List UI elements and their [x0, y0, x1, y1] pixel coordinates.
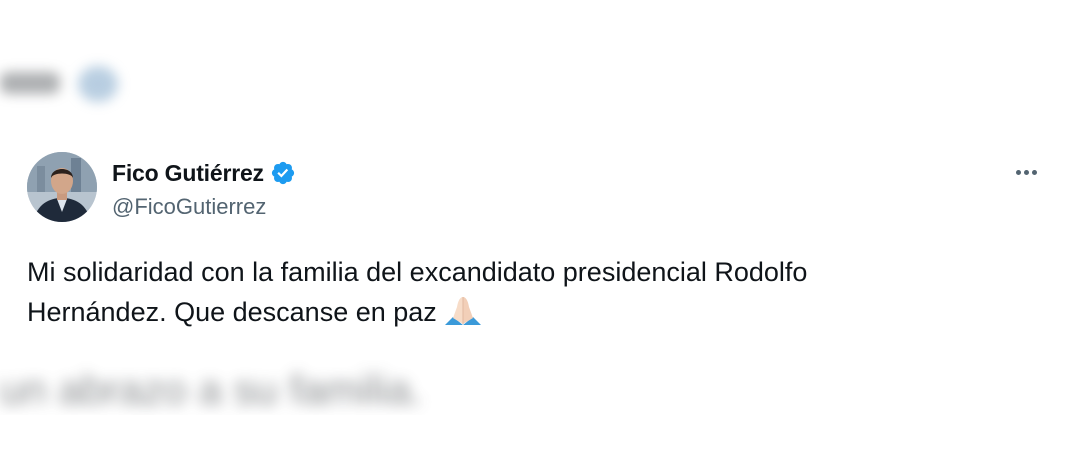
tweet-text-line-2: Hernández. Que descanse en paz [27, 292, 987, 336]
praying-hands-icon [443, 295, 483, 336]
blurred-text-fragment [0, 72, 60, 94]
author-row: Fico Gutiérrez [112, 158, 296, 188]
blurred-next-content: un abrazo a su familia. [0, 360, 630, 415]
display-name[interactable]: Fico Gutiérrez [112, 160, 264, 187]
tweet-text: Mi solidaridad con la familia del excand… [27, 252, 987, 336]
tweet-text-line-1: Mi solidaridad con la familia del excand… [27, 257, 808, 287]
verified-badge-icon [270, 160, 296, 186]
tweet-card[interactable]: Fico Gutiérrez @FicoGutierrez Mi solidar… [0, 130, 1072, 360]
blurred-emoji-fragment [78, 66, 118, 102]
more-options-icon[interactable] [1008, 160, 1044, 184]
user-handle[interactable]: @FicoGutierrez [112, 194, 266, 220]
avatar[interactable] [27, 152, 97, 222]
tweet-text-line-2-text: Hernández. Que descanse en paz [27, 297, 437, 327]
blurred-text: un abrazo a su familia. [0, 366, 423, 413]
blurred-previous-content [0, 60, 140, 105]
